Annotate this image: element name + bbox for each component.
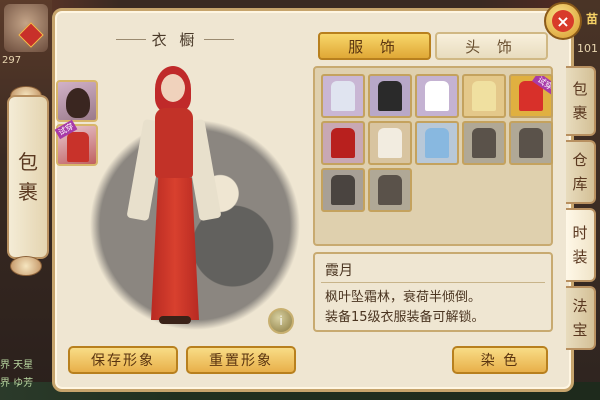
side-tab-bag[interactable]: 包 裹: [566, 66, 596, 136]
costume-grid: 试穿: [313, 66, 553, 246]
side-tab-char: 仓: [572, 151, 588, 169]
equipped-cloth-slot[interactable]: 试穿: [54, 119, 98, 166]
side-tab-char: 装: [572, 248, 588, 266]
divider: [321, 282, 545, 283]
category-tabs: 服 饰 头 饰: [318, 32, 548, 62]
costume-icon: [331, 128, 355, 158]
save-look-button[interactable]: 保存形象: [68, 346, 178, 374]
char-body: [155, 108, 193, 178]
side-tab-char: 时: [572, 224, 588, 242]
costume-icon: [331, 81, 355, 111]
costume-icon: [331, 175, 355, 205]
equipped-hair-slot[interactable]: [56, 80, 98, 122]
ornament-icon: [10, 256, 42, 276]
side-tab-warehouse[interactable]: 仓 库: [566, 140, 596, 204]
character-model[interactable]: [125, 60, 225, 330]
chat-line: 界 ゆ芳: [0, 378, 34, 389]
char-skirt: [151, 178, 199, 320]
costume-icon: [472, 81, 496, 111]
chat-line: 界 天星: [0, 360, 34, 371]
costume-item[interactable]: [415, 74, 459, 118]
tab-clothing[interactable]: 服 饰: [318, 32, 431, 60]
side-tab-fashion[interactable]: 时 装: [566, 208, 596, 282]
costume-item[interactable]: [368, 74, 412, 118]
side-tab-char: 库: [572, 175, 588, 193]
costume-item[interactable]: [321, 168, 365, 212]
costume-icon: [425, 81, 449, 111]
costume-item[interactable]: [462, 121, 506, 165]
wardrobe-title-bar: 衣 橱: [110, 28, 240, 50]
hud-right-label: 苗: [585, 12, 598, 26]
bag-tab-char: 包: [18, 150, 38, 174]
costume-item[interactable]: [368, 121, 412, 165]
side-tab-char: 法: [572, 297, 588, 315]
char-head: [161, 74, 185, 102]
bag-tab[interactable]: 包 裹: [7, 95, 49, 259]
side-tab-treasure[interactable]: 法 宝: [566, 286, 596, 350]
info-button[interactable]: i: [268, 308, 294, 334]
costume-item[interactable]: [321, 74, 365, 118]
costume-item[interactable]: [415, 121, 459, 165]
side-tab-char: 宝: [572, 321, 588, 339]
costume-icon: [378, 81, 402, 111]
hair-icon: [66, 88, 90, 118]
costume-item[interactable]: [509, 121, 553, 165]
costume-icon: [67, 132, 89, 162]
bag-tab-char: 裹: [18, 180, 38, 204]
costume-item[interactable]: 试穿: [509, 74, 553, 118]
costume-item[interactable]: [462, 74, 506, 118]
side-tab-char: 裹: [572, 104, 588, 122]
costume-icon: [472, 128, 496, 158]
reset-look-button[interactable]: 重置形象: [186, 346, 296, 374]
costume-icon: [378, 128, 402, 158]
hud-right-number: 101: [577, 42, 598, 55]
item-description-line: 枫叶坠霜林，衰荷半倾倒。: [325, 290, 482, 305]
costume-icon: [425, 128, 449, 158]
close-icon: ×: [552, 10, 574, 32]
costume-icon: [378, 175, 402, 205]
close-button[interactable]: ×: [544, 2, 582, 40]
player-level: 297: [2, 55, 22, 66]
dye-button[interactable]: 染 色: [452, 346, 548, 374]
costume-item[interactable]: [368, 168, 412, 212]
costume-item[interactable]: [321, 121, 365, 165]
char-feet: [159, 316, 191, 324]
tab-headwear[interactable]: 头 饰: [435, 32, 548, 60]
costume-icon: [519, 128, 543, 158]
side-tab-char: 包: [572, 80, 588, 98]
item-name: 霞月: [325, 263, 353, 279]
wardrobe-title: 衣 橱: [151, 30, 199, 49]
item-description-line: 装备15级衣服装备可解锁。: [325, 310, 485, 325]
item-description: 霞月 枫叶坠霜林，衰荷半倾倒。 装备15级衣服装备可解锁。: [313, 252, 553, 332]
